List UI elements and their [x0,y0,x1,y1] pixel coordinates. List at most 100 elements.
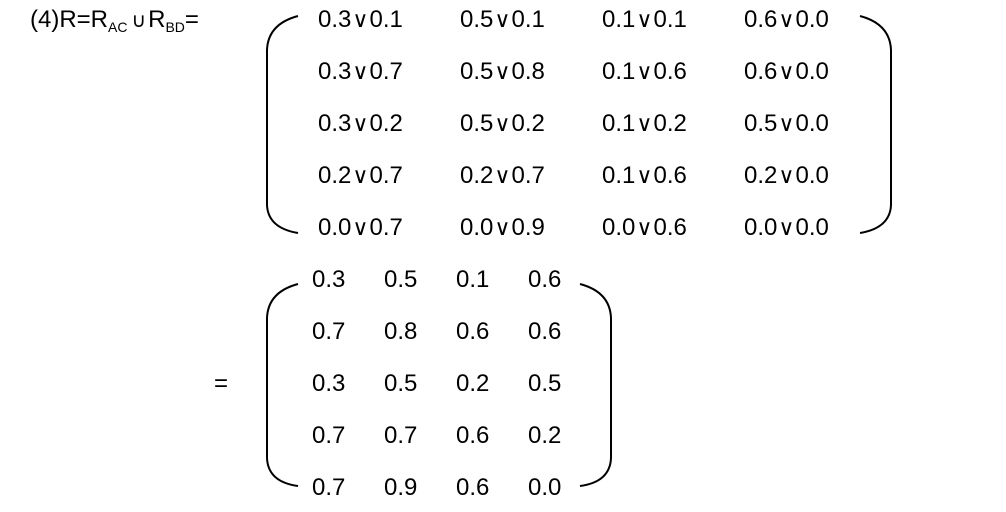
matrix-ops-cell: 0.3∨0.1 [318,6,403,35]
operand-left: 0.2 [460,162,494,189]
matrix-ops-cell: 0.2∨0.7 [460,162,545,191]
matrix-result-right-bracket [579,283,612,487]
or-symbol: ∨ [352,216,369,241]
matrix-ops-cell: 0.0∨0.6 [602,214,687,243]
matrix-ops-cell: 0.2∨0.0 [744,162,829,191]
or-symbol: ∨ [778,216,795,241]
matrix-ops-cell: 0.5∨0.1 [460,6,545,35]
operand-left: 0.3 [318,110,352,137]
operand-right: 0.7 [369,58,403,85]
matrix-result-cell: 0.2 [456,370,490,397]
matrix-result-cell: 0.5 [384,370,418,397]
or-symbol: ∨ [352,112,369,137]
operand-right: 0.0 [795,6,829,33]
operand-right: 0.8 [511,58,545,85]
operand-left: 0.0 [460,214,494,241]
operand-right: 0.0 [795,214,829,241]
matrix-ops-left-bracket [266,15,299,234]
matrix-ops-cell: 0.0∨0.9 [460,214,545,243]
or-symbol: ∨ [636,8,653,33]
operand-left: 0.3 [318,58,352,85]
matrix-ops-cell: 0.5∨0.0 [744,110,829,139]
operand-left: 0.5 [460,6,494,33]
operand-left: 0.5 [744,110,778,137]
matrix-ops-right-bracket [859,15,892,234]
operand-left: 0.0 [602,214,636,241]
operand-right: 0.9 [511,214,545,241]
or-symbol: ∨ [636,164,653,189]
or-symbol: ∨ [778,164,795,189]
matrix-result-cell: 0.1 [456,266,490,293]
or-symbol: ∨ [778,8,795,33]
matrix-result-cell: 0.7 [312,474,346,501]
matrix-result-cell: 0.6 [528,266,562,293]
matrix-ops-cell: 0.3∨0.2 [318,110,403,139]
operand-right: 0.7 [511,162,545,189]
matrix-ops-cell: 0.1∨0.2 [602,110,687,139]
matrix-ops-cell: 0.3∨0.7 [318,58,403,87]
matrix-ops-cell: 0.5∨0.8 [460,58,545,87]
matrix-result-cell: 0.7 [312,318,346,345]
operand-left: 0.0 [318,214,352,241]
matrix-result-cell: 0.7 [384,422,418,449]
operand-left: 0.5 [460,58,494,85]
matrix-result-cell: 0.2 [528,422,562,449]
matrix-ops-cell: 0.0∨0.0 [744,214,829,243]
matrix-result-cell: 0.6 [456,474,490,501]
matrix-result-cell: 0.7 [312,422,346,449]
operand-left: 0.3 [318,6,352,33]
or-symbol: ∨ [494,8,511,33]
operand-right: 0.6 [653,58,687,85]
matrix-ops-cell: 0.1∨0.6 [602,58,687,87]
matrix-ops-cell: 0.6∨0.0 [744,58,829,87]
operand-right: 0.2 [511,110,545,137]
operand-left: 0.0 [744,214,778,241]
operand-left: 0.6 [744,6,778,33]
matrix-ops-cell: 0.5∨0.2 [460,110,545,139]
operand-left: 0.1 [602,6,636,33]
operand-right: 0.2 [369,110,403,137]
operand-left: 0.5 [460,110,494,137]
operand-right: 0.6 [653,214,687,241]
or-symbol: ∨ [636,216,653,241]
operand-left: 0.1 [602,110,636,137]
or-symbol: ∨ [494,112,511,137]
matrix-result-cell: 0.8 [384,318,418,345]
operand-left: 0.2 [744,162,778,189]
or-symbol: ∨ [778,60,795,85]
operand-right: 0.1 [369,6,403,33]
matrix-result-cell: 0.3 [312,370,346,397]
operand-right: 0.7 [369,162,403,189]
operand-left: 0.6 [744,58,778,85]
matrix-result-cell: 0.6 [456,422,490,449]
matrix-result-cell: 0.0 [528,474,562,501]
or-symbol: ∨ [778,112,795,137]
operand-right: 0.1 [511,6,545,33]
operand-left: 0.1 [602,58,636,85]
or-symbol: ∨ [352,8,369,33]
operand-right: 0.0 [795,110,829,137]
operand-right: 0.7 [369,214,403,241]
matrix-ops-cell: 0.0∨0.7 [318,214,403,243]
operand-right: 0.1 [653,6,687,33]
or-symbol: ∨ [352,164,369,189]
matrix-result-cell: 0.6 [456,318,490,345]
matrix-result-left-bracket [266,283,299,487]
or-symbol: ∨ [636,112,653,137]
or-symbol: ∨ [636,60,653,85]
or-symbol: ∨ [494,164,511,189]
operand-right: 0.6 [653,162,687,189]
operand-right: 0.0 [795,162,829,189]
matrix-ops-cell: 0.2∨0.7 [318,162,403,191]
or-symbol: ∨ [494,60,511,85]
matrix-ops-cell: 0.1∨0.1 [602,6,687,35]
matrix-result-cell: 0.5 [528,370,562,397]
matrix-result-cell: 0.5 [384,266,418,293]
matrix-result-cell: 0.6 [528,318,562,345]
matrix-ops-cell: 0.1∨0.6 [602,162,687,191]
matrix-result-cell: 0.3 [312,266,346,293]
matrix-result-cell: 0.9 [384,474,418,501]
or-symbol: ∨ [494,216,511,241]
result-equals: = [214,370,229,397]
matrix-ops-cell: 0.6∨0.0 [744,6,829,35]
